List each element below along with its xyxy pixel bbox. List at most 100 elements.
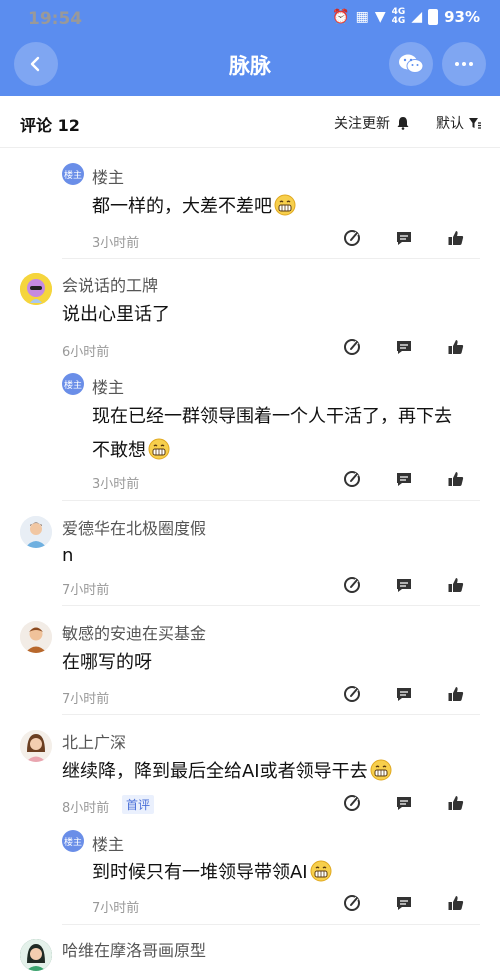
grin-emoji-icon [370, 759, 392, 781]
comments-header: 评论 12 关注更新 默认 [0, 96, 500, 148]
commenter-name[interactable]: 北上广深 [62, 729, 126, 753]
reply-item: 楼主 楼主 现在已经一群领导围着一个人干活了，再下去 不敢想 3小时前 [0, 370, 500, 496]
top-bar: 19:54 ⏰ ▦ ▼ 4G 4G ◢ 93% 脉脉 [0, 0, 500, 96]
avatar[interactable] [20, 939, 52, 971]
edit-icon [343, 685, 361, 707]
like-button[interactable] [446, 686, 466, 706]
wechat-share-button[interactable] [389, 42, 433, 86]
comment-text: 到时候只有一堆领导带领AI [92, 856, 332, 890]
comment-text: 在哪写的呀 [62, 652, 152, 673]
status-time: 19:54 [28, 9, 83, 29]
edit-reply-button[interactable] [342, 895, 362, 915]
edit-reply-button[interactable] [342, 686, 362, 706]
edit-icon [343, 470, 361, 492]
comment-actions [340, 577, 500, 599]
grin-emoji-icon [148, 438, 170, 460]
status-bar: 19:54 ⏰ ▦ ▼ 4G 4G ◢ 93% [0, 0, 500, 36]
signal-icon: ◢ [411, 9, 423, 25]
thumbs-up-icon [447, 685, 465, 707]
commenter-name[interactable]: 楼主 [92, 164, 124, 188]
divider [62, 258, 480, 259]
comment-text-line: 现在已经一群领导围着一个人干活了，再下去 [92, 406, 452, 427]
reply-item: 楼主 楼主 都一样的，大差不差吧 3小时前 [0, 160, 500, 258]
comment-icon [395, 229, 413, 251]
comment-button[interactable] [394, 795, 414, 815]
comments-count-title: 评论 12 [20, 116, 80, 135]
like-button[interactable] [446, 339, 466, 359]
edit-reply-button[interactable] [342, 339, 362, 359]
owner-badge-icon: 楼主 [62, 163, 84, 185]
edit-icon [343, 338, 361, 360]
comment-time: 3小时前 [92, 236, 140, 251]
comment-icon [395, 470, 413, 492]
thumbs-up-icon [447, 794, 465, 816]
commenter-name[interactable]: 爱德华在北极圈度假 [62, 515, 206, 539]
divider [62, 714, 480, 715]
comment-icon [395, 338, 413, 360]
commenter-name[interactable]: 敏感的安迪在买基金 [62, 620, 206, 644]
owner-badge-icon: 楼主 [62, 830, 84, 852]
like-button[interactable] [446, 795, 466, 815]
avatar[interactable] [20, 516, 52, 548]
follow-updates-button[interactable]: 关注更新 [334, 113, 410, 133]
comment-item: 会说话的工牌 说出心里话了 6小时前 [0, 270, 500, 366]
grin-emoji-icon [274, 194, 296, 216]
edit-icon [343, 894, 361, 916]
comment-text: 都一样的，大差不差吧 [92, 190, 296, 224]
comment-actions [340, 686, 500, 708]
comment-text: 说出心里话了 [62, 304, 170, 325]
comment-time: 7小时前 [92, 901, 140, 916]
edit-reply-button[interactable] [342, 795, 362, 815]
edit-reply-button[interactable] [342, 230, 362, 250]
like-button[interactable] [446, 577, 466, 597]
bell-icon [397, 117, 409, 130]
commenter-name[interactable]: 楼主 [92, 831, 124, 855]
sort-button[interactable]: 默认 [436, 113, 482, 133]
edit-reply-button[interactable] [342, 577, 362, 597]
like-button[interactable] [446, 895, 466, 915]
thumbs-up-icon [447, 470, 465, 492]
comment-actions [340, 795, 500, 817]
comment-text-line: 不敢想 [92, 434, 170, 468]
comment-button[interactable] [394, 339, 414, 359]
reply-item: 楼主 楼主 到时候只有一堆领导带领AI 7小时前 [0, 827, 500, 919]
wechat-icon [399, 54, 424, 73]
alarm-icon: ⏰ [332, 9, 350, 25]
like-button[interactable] [446, 230, 466, 250]
thumbs-up-icon [447, 229, 465, 251]
status-icons: ⏰ ▦ ▼ 4G 4G ◢ 93% [332, 7, 480, 27]
comment-time: 8小时前 [62, 801, 110, 816]
divider [62, 924, 480, 925]
edit-icon [343, 229, 361, 251]
thumbs-up-icon [447, 338, 465, 360]
comment-text: 继续降，降到最后全给AI或者领导干去 [62, 755, 392, 789]
edit-reply-button[interactable] [342, 471, 362, 491]
filter-icon [469, 118, 481, 129]
comment-actions [340, 895, 500, 917]
commenter-name[interactable]: 楼主 [92, 374, 124, 398]
wifi-icon: ▼ [374, 9, 386, 25]
comment-button[interactable] [394, 577, 414, 597]
comment-item: 哈维在摩洛哥画原型 [0, 937, 500, 971]
comment-button[interactable] [394, 895, 414, 915]
navigation-bar: 脉脉 [0, 42, 500, 88]
comment-button[interactable] [394, 230, 414, 250]
more-button[interactable] [442, 42, 486, 86]
comment-button[interactable] [394, 471, 414, 491]
thumbs-up-icon [447, 576, 465, 598]
comment-button[interactable] [394, 686, 414, 706]
comment-actions [340, 339, 500, 361]
edit-icon [343, 576, 361, 598]
avatar[interactable] [20, 730, 52, 762]
comment-time: 7小时前 [62, 583, 110, 598]
network-icon: 4G 4G [391, 7, 406, 26]
commenter-name[interactable]: 会说话的工牌 [62, 272, 158, 296]
first-comment-badge: 首评 [122, 795, 155, 814]
divider [62, 605, 480, 606]
avatar[interactable] [20, 621, 52, 653]
comment-item: 北上广深 继续降，降到最后全给AI或者领导干去 8小时前 首评 [0, 727, 500, 823]
commenter-name[interactable]: 哈维在摩洛哥画原型 [62, 937, 206, 961]
like-button[interactable] [446, 471, 466, 491]
avatar[interactable] [20, 273, 52, 305]
divider [62, 500, 480, 501]
